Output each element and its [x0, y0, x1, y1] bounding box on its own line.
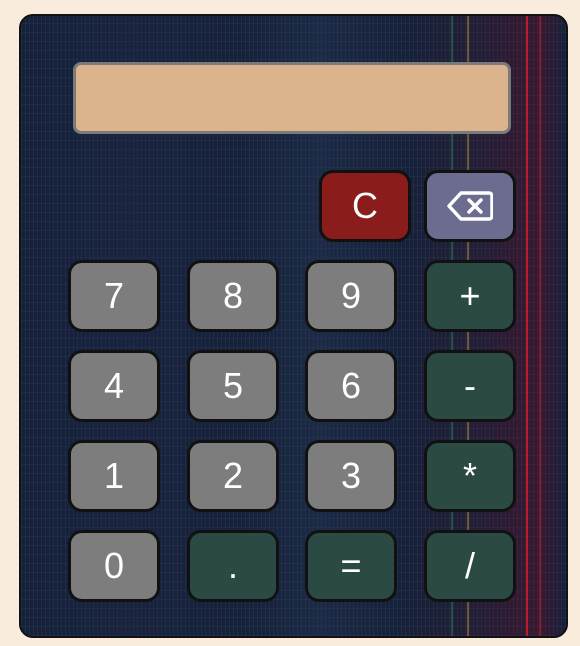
divide-button[interactable]: / [424, 530, 516, 602]
background-stripe [539, 16, 541, 636]
plus-button[interactable]: + [424, 260, 516, 332]
key-label: 3 [340, 455, 362, 496]
key-label: . [227, 545, 238, 586]
digit-9-button[interactable]: 9 [305, 260, 397, 332]
digit-5-button[interactable]: 5 [187, 350, 279, 422]
backspace-icon [447, 191, 493, 221]
digit-8-button[interactable]: 8 [187, 260, 279, 332]
key-label: / [464, 545, 475, 586]
key-label: - [464, 365, 476, 406]
calculator-body: C 7 8 9 + 4 5 6 - 1 2 3 * 0 . = / [19, 14, 568, 638]
digit-3-button[interactable]: 3 [305, 440, 397, 512]
key-label: 6 [340, 365, 362, 406]
backspace-button[interactable] [424, 170, 516, 242]
digit-0-button[interactable]: 0 [68, 530, 160, 602]
digit-7-button[interactable]: 7 [68, 260, 160, 332]
digit-6-button[interactable]: 6 [305, 350, 397, 422]
digit-1-button[interactable]: 1 [68, 440, 160, 512]
key-label: 4 [103, 365, 125, 406]
key-label: * [462, 455, 477, 496]
decimal-point-button[interactable]: . [187, 530, 279, 602]
key-label: 8 [222, 275, 244, 316]
background-stripe [526, 16, 528, 636]
digit-2-button[interactable]: 2 [187, 440, 279, 512]
key-label: + [459, 275, 481, 316]
equals-button[interactable]: = [305, 530, 397, 602]
key-label: = [340, 545, 362, 586]
key-label: 5 [222, 365, 244, 406]
calculator-display [73, 62, 511, 134]
minus-button[interactable]: - [424, 350, 516, 422]
key-label: 2 [222, 455, 244, 496]
key-label: 1 [103, 455, 125, 496]
clear-button[interactable]: C [319, 170, 411, 242]
key-label: 9 [340, 275, 362, 316]
clear-label: C [352, 185, 378, 226]
multiply-button[interactable]: * [424, 440, 516, 512]
key-label: 0 [103, 545, 125, 586]
digit-4-button[interactable]: 4 [68, 350, 160, 422]
key-label: 7 [103, 275, 125, 316]
